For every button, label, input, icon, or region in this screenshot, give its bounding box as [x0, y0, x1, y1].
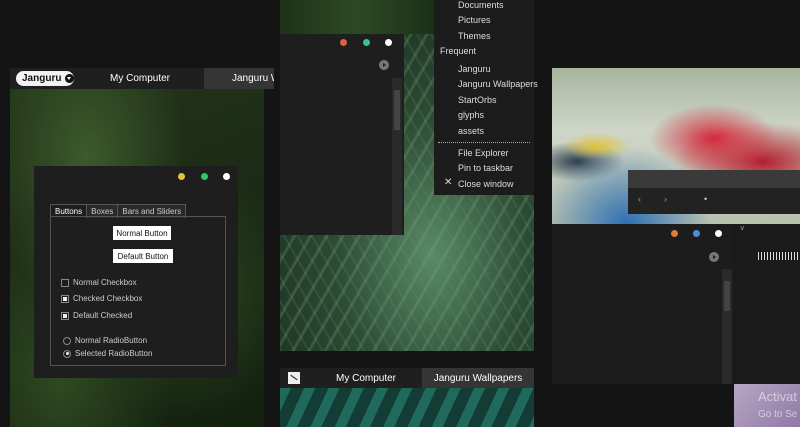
start-orb-icon[interactable]	[288, 372, 300, 384]
activate-windows-watermark: Activat Go to Se	[758, 389, 798, 420]
default-checked-checkbox[interactable]: Default Checked	[61, 311, 132, 320]
minimize-dot-icon[interactable]	[671, 230, 678, 237]
jump-list-divider	[438, 142, 530, 143]
jump-item-pictures[interactable]: Pictures	[458, 15, 491, 25]
minimize-dot-icon[interactable]	[178, 173, 185, 180]
janguru-start-pill[interactable]: Janguru	[16, 71, 74, 86]
chevron-down-icon	[65, 74, 74, 83]
minimize-dot-icon[interactable]	[340, 39, 347, 46]
scrollbar-thumb[interactable]	[394, 90, 400, 130]
close-dot-icon[interactable]	[715, 230, 722, 237]
jump-item-startorbs[interactable]: StartOrbs	[458, 95, 497, 105]
close-dot-icon[interactable]	[385, 39, 392, 46]
maximize-dot-icon[interactable]	[363, 39, 370, 46]
hatched-scroll-indicator	[758, 252, 800, 260]
nav-dot-icon: •	[704, 194, 708, 204]
right-explorer-window	[552, 224, 734, 384]
jump-item-file-explorer[interactable]: File Explorer	[458, 148, 509, 158]
selected-radiobutton[interactable]: Selected RadioButton	[63, 349, 152, 358]
checkbox-checked-icon	[61, 294, 69, 303]
checkbox-checked-icon	[61, 311, 69, 320]
jump-item-documents[interactable]: Documents	[458, 0, 504, 10]
play-icon[interactable]	[709, 252, 719, 262]
forward-arrow-icon[interactable]: ›	[664, 194, 667, 204]
jump-item-close-window[interactable]: Close window	[458, 179, 514, 189]
jump-item-assets[interactable]: assets	[458, 126, 484, 136]
controls-demo-dialog: Buttons Boxes Bars and Sliders Normal Bu…	[34, 166, 238, 378]
close-icon: ✕	[444, 177, 453, 188]
maximize-dot-icon[interactable]	[201, 173, 208, 180]
left-taskbar: Janguru My Computer Janguru Wall	[10, 68, 274, 89]
jump-item-janguru[interactable]: Janguru	[458, 64, 491, 74]
taskbar-tab-janguru-wallpapers[interactable]: Janguru Wall	[204, 68, 274, 89]
frequent-heading: Frequent	[440, 46, 477, 56]
back-arrow-icon[interactable]: ‹	[638, 194, 641, 204]
jump-item-themes[interactable]: Themes	[458, 31, 491, 41]
normal-checkbox[interactable]: Normal Checkbox	[61, 278, 137, 287]
vertical-scrollbar[interactable]	[392, 78, 402, 235]
jump-item-glyphs[interactable]: glyphs	[458, 110, 484, 120]
explorer-nav-bar: ‹ › •	[628, 188, 800, 214]
maximize-dot-icon[interactable]	[693, 230, 700, 237]
pill-label: Janguru	[22, 73, 62, 84]
radio-selected-icon	[63, 349, 71, 358]
taskbar-tab-my-computer[interactable]: My Computer	[80, 68, 200, 89]
taskbar-tab-my-computer[interactable]: My Computer	[310, 368, 422, 388]
buttons-tab-panel: Normal Button Default Button Normal Chec…	[50, 216, 226, 366]
scrollbar-thumb[interactable]	[724, 281, 730, 311]
middle-empty-window	[280, 34, 404, 235]
jump-item-pin-to-taskbar[interactable]: Pin to taskbar	[458, 163, 513, 173]
play-icon[interactable]	[379, 60, 389, 70]
jump-item-janguru-wallpapers[interactable]: Janguru Wallpapers	[458, 79, 538, 89]
taskbar-tab-janguru-wallpapers[interactable]: Janguru Wallpapers	[422, 368, 534, 388]
taskbar-jump-list: Documents Pictures Themes Frequent Jangu…	[434, 0, 538, 195]
normal-button[interactable]: Normal Button	[113, 226, 171, 240]
teal-leaf-wallpaper	[280, 388, 534, 427]
explorer-title-strip	[628, 170, 800, 188]
vertical-scrollbar[interactable]	[722, 269, 732, 384]
chevron-down-icon[interactable]: ˅	[740, 224, 745, 233]
default-button[interactable]: Default Button	[113, 249, 173, 263]
close-dot-icon[interactable]	[223, 173, 230, 180]
checked-checkbox[interactable]: Checked Checkbox	[61, 294, 142, 303]
radio-unselected-icon	[63, 336, 71, 345]
normal-radiobutton[interactable]: Normal RadioButton	[63, 336, 147, 345]
bottom-taskbar: My Computer Janguru Wallpapers	[280, 368, 534, 388]
checkbox-unchecked-icon	[61, 278, 69, 287]
jungle-photo-top	[280, 0, 434, 34]
right-edge-panel	[734, 224, 800, 384]
